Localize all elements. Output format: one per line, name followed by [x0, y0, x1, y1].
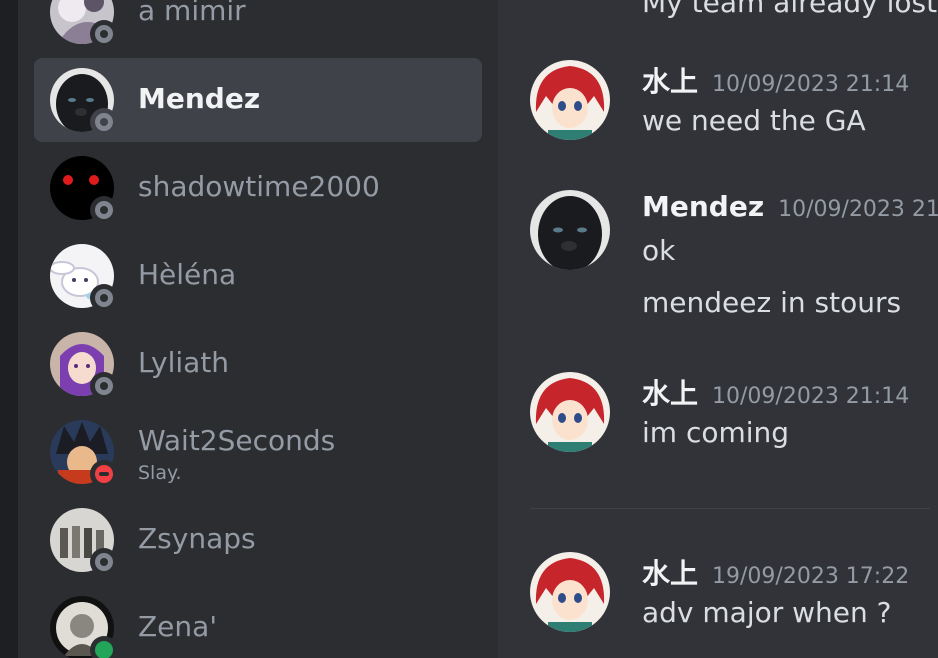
dm-item-mendez[interactable]: Mendez [34, 58, 482, 142]
dnd-status-icon [95, 465, 113, 483]
avatar [50, 332, 118, 400]
message-text: ok [642, 234, 676, 267]
dm-item-name: shadowtime2000 [138, 170, 380, 203]
avatar [50, 508, 118, 576]
dm-item-zena[interactable]: Zena' [34, 586, 482, 658]
message-author[interactable]: 水上 10/09/2023 21:14 [642, 372, 909, 412]
message-timestamp: 19/09/2023 17:22 [712, 564, 910, 589]
avatar [50, 0, 118, 48]
status-indicator [90, 372, 118, 400]
offline-status-icon [95, 553, 113, 571]
dm-item-name: Zsynaps [138, 522, 256, 555]
message-timestamp: 10/09/2023 21:14 [778, 197, 938, 222]
status-indicator [90, 108, 118, 136]
dm-item-name: Mendez [138, 82, 261, 115]
chat-messages: My team already lost 水上 10/09/2023 21:14 … [498, 0, 938, 658]
avatar [50, 420, 118, 488]
message-text: mendeez in stours [642, 286, 902, 319]
dm-item-name: Hèléna [138, 258, 237, 291]
author-name: 水上 [642, 377, 699, 410]
offline-status-icon [95, 289, 113, 307]
status-indicator [90, 548, 118, 576]
dm-item-name: Zena' [138, 610, 218, 643]
message-author[interactable]: Mendez 10/09/2023 21:14 [642, 190, 938, 223]
message-text: adv major when ? [642, 596, 892, 629]
avatar [50, 244, 118, 312]
offline-status-icon [95, 377, 113, 395]
dm-item-lyliath[interactable]: Lyliath [34, 322, 482, 406]
dm-item-wait2seconds[interactable]: Wait2Seconds Slay. [34, 410, 482, 494]
dm-item-zsynaps[interactable]: Zsynaps [34, 498, 482, 582]
avatar [50, 596, 118, 658]
dm-custom-status: Slay. [138, 462, 182, 484]
message-author[interactable]: 水上 19/09/2023 17:22 [642, 552, 909, 592]
offline-status-icon [95, 25, 113, 43]
status-indicator [90, 636, 118, 658]
message-text: im coming [642, 416, 790, 449]
online-status-icon [95, 641, 113, 658]
dm-item-name: Wait2Seconds [138, 424, 336, 457]
dm-item-name: a mimir [138, 0, 246, 27]
message-text: My team already lost [642, 0, 938, 19]
status-indicator [90, 196, 118, 224]
message-timestamp: 10/09/2023 21:14 [712, 384, 910, 409]
redhair-avatar-icon[interactable] [530, 372, 610, 452]
panther-avatar-icon[interactable] [530, 190, 610, 270]
redhair-avatar-icon[interactable] [530, 60, 610, 140]
dm-item-name: Lyliath [138, 346, 230, 379]
date-divider [530, 508, 930, 509]
avatar [50, 156, 118, 224]
redhair-avatar-icon[interactable] [530, 552, 610, 632]
dm-item-a-mimir[interactable]: a mimir [34, 0, 482, 54]
direct-messages-list: a mimir Mendez shadowtime2000 Hèléna Lyl… [18, 0, 498, 658]
offline-status-icon [95, 201, 113, 219]
offline-status-icon [95, 113, 113, 131]
message-timestamp: 10/09/2023 21:14 [712, 72, 910, 97]
avatar [50, 68, 118, 136]
status-indicator [90, 20, 118, 48]
author-name: Mendez [642, 190, 765, 223]
discord-window: a mimir Mendez shadowtime2000 Hèléna Lyl… [0, 0, 938, 658]
status-indicator [90, 460, 118, 488]
author-name: 水上 [642, 557, 699, 590]
status-indicator [90, 284, 118, 312]
message-author[interactable]: 水上 10/09/2023 21:14 [642, 60, 909, 100]
dm-item-shadowtime2000[interactable]: shadowtime2000 [34, 146, 482, 230]
dm-item-helena[interactable]: Hèléna [34, 234, 482, 318]
message-text: we need the GA [642, 104, 866, 137]
author-name: 水上 [642, 65, 699, 98]
server-rail [0, 0, 18, 658]
